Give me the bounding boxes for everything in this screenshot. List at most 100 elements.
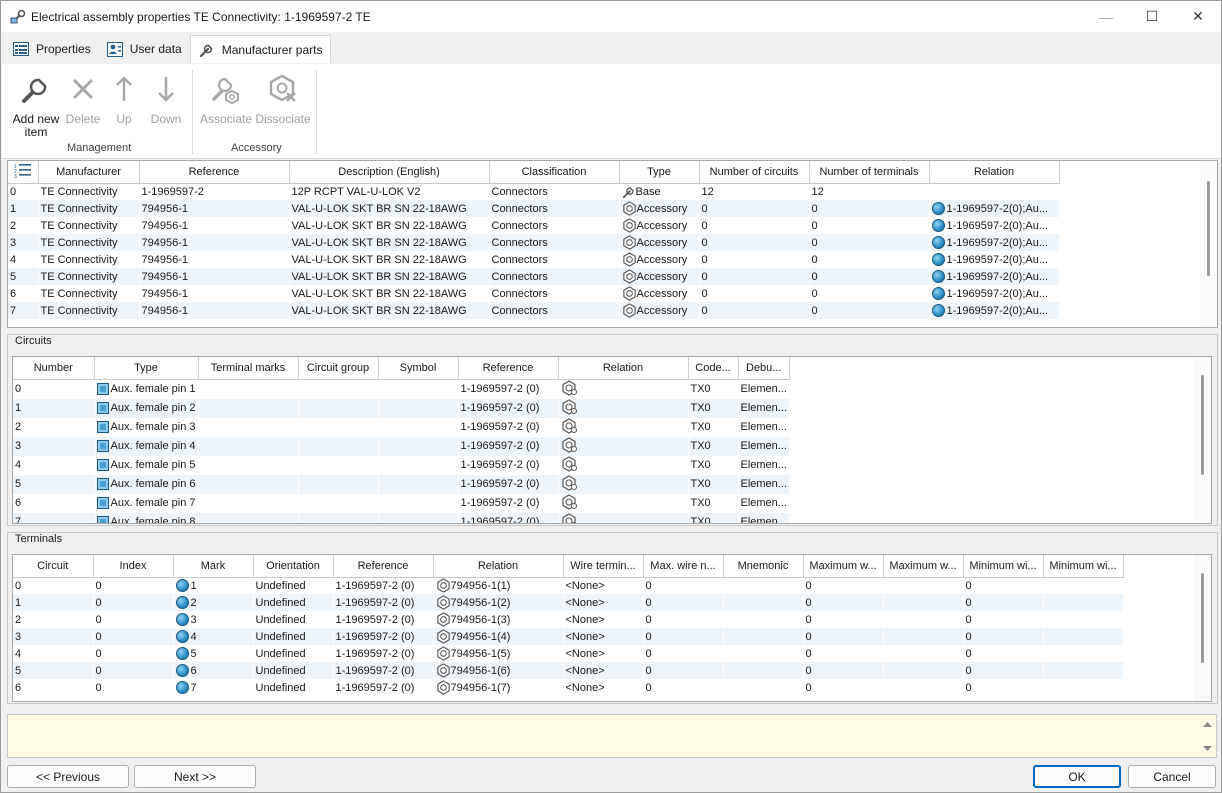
scroll-down-icon[interactable] (1199, 743, 1216, 755)
tab-properties[interactable]: Properties (5, 36, 99, 62)
table-row[interactable]: 6 0 7 Undefined 1-1969597-2 (0) 794956-1(7) <N… (13, 679, 1123, 696)
up-button[interactable]: Up (111, 73, 137, 126)
col-type[interactable]: Type (619, 161, 700, 184)
table-row[interactable]: 0 Aux. female pin 1 1-1969597-2 (0) TX0 Elem… (13, 379, 789, 399)
table-row[interactable]: 1 TE Connectivity 794956-1 VAL-U-LOK SKT… (8, 200, 1059, 217)
cell-minimum-wire-1: 0 (963, 594, 1043, 611)
cell-relation (929, 183, 1059, 200)
col-manufacturer[interactable]: Manufacturer (38, 161, 140, 184)
accessory-link-icon (561, 379, 577, 396)
col-relation[interactable]: Relation (433, 555, 564, 578)
table-row[interactable]: 4 0 5 Undefined 1-1969597-2 (0) 794956-1(5) <N… (13, 645, 1123, 662)
cancel-button[interactable]: Cancel (1128, 765, 1216, 788)
table-row[interactable]: 7 TE Connectivity 794956-1 VAL-U-LOK SKT… (8, 302, 1059, 319)
table-row[interactable]: 6 TE Connectivity 794956-1 VAL-U-LOK SKT… (8, 285, 1059, 302)
col-symbol[interactable]: Symbol (378, 357, 459, 380)
tab-manufacturer-parts[interactable]: Manufacturer parts (189, 35, 332, 63)
col-mark[interactable]: Mark (173, 555, 254, 578)
description-area[interactable] (7, 714, 1217, 758)
type-label: Aux. female pin 8 (110, 516, 196, 524)
add-new-item-label: Add new item (12, 112, 60, 139)
col-maximum-wire-2[interactable]: Maximum w... (883, 555, 964, 578)
col-number[interactable]: Number (13, 357, 95, 380)
table-row[interactable]: 1 0 2 Undefined 1-1969597-2 (0) 794956-1(2) <N… (13, 594, 1123, 611)
ok-button[interactable]: OK (1033, 765, 1121, 788)
terminals-scrollbar[interactable] (1194, 555, 1211, 701)
table-row[interactable]: 2 Aux. female pin 3 1-1969597-2 (0) TX0 Elem… (13, 417, 789, 437)
maximize-button[interactable]: ☐ (1129, 1, 1175, 32)
col-code[interactable]: Code... (688, 357, 739, 380)
cell-reference: 1-1969597-2 (0) (458, 398, 558, 418)
table-row[interactable]: 5 0 6 Undefined 1-1969597-2 (0) 794956-1(6) <N… (13, 662, 1123, 679)
table-row[interactable]: 1 Aux. female pin 2 1-1969597-2 (0) TX0 Elem… (13, 398, 790, 418)
col-maximum-wire-1[interactable]: Maximum w... (803, 555, 884, 578)
col-relation[interactable]: Relation (558, 357, 689, 380)
table-row[interactable]: 3 TE Connectivity 794956-1 VAL-U-LOK SKT… (8, 234, 1059, 251)
cell-type: Accessory (619, 268, 699, 285)
hexnut-icon (622, 252, 636, 267)
col-max-wire-number[interactable]: Max. wire n... (643, 555, 724, 578)
cell-terminals: 0 (809, 302, 929, 319)
col-relation[interactable]: Relation (929, 161, 1060, 184)
col-number-of-circuits[interactable]: Number of circuits (699, 161, 810, 184)
col-type[interactable]: Type (94, 357, 199, 380)
close-button[interactable]: ✕ (1175, 1, 1221, 32)
cell-orientation: Undefined (253, 594, 333, 611)
type-label: Aux. female pin 2 (110, 402, 196, 414)
parts-scrollbar[interactable] (1200, 161, 1217, 327)
table-row[interactable]: 5 Aux. female pin 6 1-1969597-2 (0) TX0 Elem… (13, 474, 790, 494)
col-debug[interactable]: Debu... (738, 357, 790, 380)
cell-circuits: 12 (701, 185, 714, 198)
minimize-button[interactable]: — (1083, 1, 1129, 32)
cell-relation: 794956-1(5) (433, 645, 563, 662)
cell-symbol (378, 494, 458, 513)
table-row[interactable]: 2 TE Connectivity 794956-1 VAL-U-LOK SKT… (8, 217, 1059, 234)
circuits-scrollbar[interactable] (1194, 357, 1211, 523)
cell-mark: 3 (173, 611, 253, 628)
description-scrollbar[interactable] (1199, 715, 1216, 757)
table-row[interactable]: 2 0 3 Undefined 1-1969597-2 (0) 794956-1(3) <N… (13, 611, 1123, 628)
column-chooser-button[interactable]: 123 (8, 161, 39, 184)
col-circuit-group[interactable]: Circuit group (298, 357, 379, 380)
next-button[interactable]: Next >> (134, 765, 256, 788)
col-terminal-marks[interactable]: Terminal marks (198, 357, 299, 380)
table-row[interactable]: 5 TE Connectivity 794956-1 VAL-U-LOK SKT… (8, 268, 1059, 285)
accessory-link-icon (561, 512, 577, 523)
col-index[interactable]: Index (93, 555, 174, 578)
col-reference[interactable]: Reference (458, 357, 559, 380)
type-label: Aux. female pin 1 (110, 383, 196, 395)
col-number-of-terminals[interactable]: Number of terminals (809, 161, 930, 184)
col-reference[interactable]: Reference (333, 555, 434, 578)
cell-code: TX0 (690, 497, 711, 509)
col-wire-termination[interactable]: Wire termin... (563, 555, 644, 578)
associate-button[interactable]: Associate (200, 73, 252, 126)
table-row[interactable]: 4 Aux. female pin 5 1-1969597-2 (0) TX0 Elem… (13, 455, 789, 475)
scroll-up-icon[interactable] (1199, 719, 1216, 731)
table-row[interactable]: 3 Aux. female pin 4 1-1969597-2 (0) TX0 Elem… (13, 436, 790, 456)
col-classification[interactable]: Classification (489, 161, 620, 184)
col-mnemonic[interactable]: Mnemonic (723, 555, 804, 578)
table-row[interactable]: 0 TE Connectivity 1-1969597-2 12P RCPT V… (8, 183, 1059, 200)
table-row[interactable]: 4 TE Connectivity 794956-1 VAL-U-LOK SKT… (8, 251, 1059, 268)
cell-terminals: 0 (809, 234, 929, 251)
table-row[interactable]: 7 Aux. female pin 8 1-1969597-2 (0) TX0 Elem… (13, 512, 790, 524)
table-row[interactable]: 0 0 1 Undefined 1-1969597-2 (0) 794956-1(1) <N… (13, 577, 1123, 594)
cell-reference: 1-1969597-2 (0) (458, 512, 558, 523)
col-description[interactable]: Description (English) (289, 161, 490, 184)
dissociate-button[interactable]: Dissociate (255, 73, 311, 126)
cell-wire-termination: <None> (563, 594, 643, 611)
col-orientation[interactable]: Orientation (253, 555, 334, 578)
delete-button[interactable]: Delete (65, 73, 101, 126)
add-new-item-button[interactable]: Add new item (11, 73, 61, 139)
col-minimum-wire-1[interactable]: Minimum wi... (963, 555, 1044, 578)
col-circuit[interactable]: Circuit (13, 555, 94, 578)
down-button[interactable]: Down (149, 73, 183, 126)
previous-button[interactable]: << Previous (7, 765, 129, 788)
col-minimum-wire-2[interactable]: Minimum wi... (1043, 555, 1124, 578)
table-row[interactable]: 3 0 4 Undefined 1-1969597-2 (0) 794956-1(4) <N… (13, 628, 1123, 645)
col-reference[interactable]: Reference (139, 161, 290, 184)
mark-label: 2 (190, 596, 197, 609)
cell-circuit: 4 (15, 647, 22, 660)
tab-user-data[interactable]: User data (99, 36, 190, 62)
table-row[interactable]: 6 Aux. female pin 7 1-1969597-2 (0) TX0 Elem… (13, 493, 789, 513)
